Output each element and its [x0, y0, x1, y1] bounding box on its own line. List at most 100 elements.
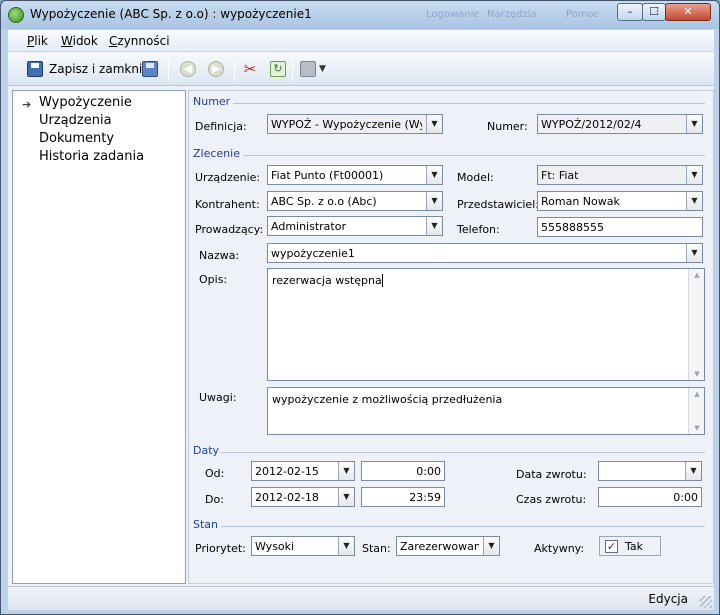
chevron-down-icon[interactable]: ▼ [686, 244, 702, 262]
maximize-button[interactable]: ☐ [642, 3, 666, 21]
chevron-down-icon[interactable]: ▼ [686, 192, 702, 210]
tools-button[interactable]: ✂ [242, 59, 258, 79]
chevron-down-icon[interactable]: ▼ [338, 462, 354, 480]
do-label: Do: [205, 493, 224, 506]
background-menu-hint: Narzędzia [487, 9, 537, 20]
priorytet-select[interactable]: Wysoki ▼ [251, 536, 355, 556]
app-logo-icon [8, 7, 24, 23]
menu-plik[interactable]: Plik [27, 34, 48, 48]
next-button[interactable]: ▶ [208, 59, 224, 79]
background-menu-hint: Logowanie [426, 9, 480, 20]
model-label: Model: [457, 171, 494, 184]
status-mode: Edycja [648, 592, 688, 606]
prowadzacy-label: Prowadzący: [195, 223, 264, 236]
chevron-down-icon[interactable]: ▼ [685, 462, 701, 480]
section-zlecenie: Zlecenie [193, 147, 240, 160]
do-date-picker[interactable]: 2012-02-18 ▼ [251, 487, 355, 507]
scrollbar[interactable]: ▲ ▼ [688, 388, 704, 434]
kontrahent-value: ABC Sp. z o.o (Abc) [271, 195, 377, 208]
scroll-up-icon[interactable]: ▲ [689, 271, 705, 279]
section-stan: Stan [193, 518, 219, 531]
print-icon [300, 61, 316, 77]
od-date-picker[interactable]: 2012-02-15 ▼ [251, 461, 355, 481]
scroll-up-icon[interactable]: ▲ [689, 390, 705, 398]
title-bar[interactable]: Wypożyczenie (ABC Sp. z o.o) : wypożycze… [1, 1, 719, 29]
stan-value: Zarezerwowane [400, 540, 479, 553]
refresh-icon: ↻ [270, 61, 286, 77]
przedstawiciel-select[interactable]: Roman Nowak ▼ [537, 191, 703, 211]
telefon-label: Telefon: [457, 223, 500, 236]
numer-value: WYPOŻ/2012/02/4 [541, 118, 642, 131]
section-divider [243, 155, 705, 156]
aktywny-text: Tak [625, 540, 644, 553]
chevron-down-icon[interactable]: ▼ [426, 115, 442, 133]
priorytet-value: Wysoki [255, 540, 295, 553]
nav-item-wypozyczenie[interactable]: Wypożyczenie [39, 95, 132, 110]
chevron-down-icon[interactable]: ▼ [319, 64, 326, 74]
czas-zwrotu-value: 0:00 [673, 491, 698, 504]
opis-value: rezerwacja wstępna [272, 274, 383, 287]
resize-grip-icon[interactable] [700, 596, 712, 608]
previous-button[interactable]: ◀ [180, 59, 196, 79]
uwagi-textarea[interactable]: wypożyczenie z możliwością przedłużenia … [267, 387, 705, 435]
definicja-value: WYPOŻ - Wypożyczenie (Wypoz [271, 118, 422, 131]
definicja-select[interactable]: WYPOŻ - Wypożyczenie (Wypoz ▼ [267, 114, 443, 134]
print-button[interactable]: ▼ [300, 59, 326, 79]
od-time-input[interactable]: 0:00 [361, 461, 445, 481]
kontrahent-select[interactable]: ABC Sp. z o.o (Abc) ▼ [267, 191, 443, 211]
save-close-button[interactable]: Zapisz i zamknij [27, 59, 146, 79]
arrow-right-icon: ▶ [208, 61, 224, 77]
chevron-down-icon[interactable]: ▼ [483, 537, 499, 555]
section-divider [221, 526, 705, 527]
menu-czynnosci-rest: zynności [117, 34, 170, 48]
menu-plik-rest: lik [34, 34, 48, 48]
kontrahent-label: Kontrahent: [195, 198, 260, 211]
model-select[interactable]: Ft: Fiat ▼ [537, 165, 703, 185]
chevron-down-icon[interactable]: ▼ [426, 192, 442, 210]
save-close-label: Zapisz i zamknij [49, 62, 146, 76]
od-time-value: 0:00 [416, 465, 441, 478]
close-button[interactable]: ✕ [665, 3, 711, 21]
toolbar-separator [234, 59, 235, 81]
numer-select[interactable]: WYPOŻ/2012/02/4 ▼ [537, 114, 703, 134]
chevron-down-icon[interactable]: ▼ [686, 166, 702, 184]
menu-czynnosci[interactable]: Czynności [109, 34, 170, 48]
menu-widok[interactable]: Widok [61, 34, 98, 48]
od-label: Od: [205, 467, 225, 480]
przedstawiciel-label: Przedstawiciel: [457, 198, 539, 211]
prowadzacy-select[interactable]: Administrator ▼ [267, 216, 443, 236]
do-time-input[interactable]: 23:59 [361, 487, 445, 507]
czas-zwrotu-input[interactable]: 0:00 [598, 487, 702, 507]
nazwa-select[interactable]: wypożyczenie1 ▼ [267, 243, 703, 263]
priorytet-label: Priorytet: [195, 542, 246, 555]
refresh-button[interactable]: ↻ [270, 59, 286, 79]
check-icon[interactable]: ✓ [605, 540, 618, 553]
nav-item-urzadzenia[interactable]: Urządzenia [39, 113, 112, 128]
chevron-down-icon[interactable]: ▼ [426, 217, 442, 235]
chevron-down-icon[interactable]: ▼ [338, 537, 354, 555]
data-zwrotu-picker[interactable]: ▼ [598, 461, 702, 481]
chevron-down-icon[interactable]: ▼ [338, 488, 354, 506]
opis-textarea[interactable]: rezerwacja wstępna ▲ ▼ [267, 268, 705, 381]
toolbar-separator [168, 59, 169, 81]
client-area: Plik Widok Czynności Zapisz i zamknij ◀ … [8, 30, 714, 610]
nav-item-dokumenty[interactable]: Dokumenty [39, 131, 114, 146]
scroll-down-icon[interactable]: ▼ [689, 424, 705, 432]
nav-item-historia-zadania[interactable]: Historia zadania [39, 149, 144, 164]
aktywny-checkbox[interactable]: ✓ Tak [599, 536, 661, 556]
urzadzenie-select[interactable]: Fiat Punto (Ft00001) ▼ [267, 165, 443, 185]
minimize-button[interactable]: – [617, 3, 643, 21]
save-button[interactable] [142, 59, 158, 79]
section-daty: Daty [193, 444, 220, 457]
chevron-down-icon[interactable]: ▼ [426, 166, 442, 184]
save-icon [142, 61, 158, 77]
scrollbar[interactable]: ▲ ▼ [688, 269, 704, 380]
scroll-down-icon[interactable]: ▼ [689, 370, 705, 378]
stan-select[interactable]: Zarezerwowane ▼ [396, 536, 500, 556]
telefon-input[interactable]: 555888555 [537, 217, 703, 237]
opis-label: Opis: [199, 273, 228, 286]
chevron-down-icon[interactable]: ▼ [686, 115, 702, 133]
menu-widok-rest: idok [72, 34, 98, 48]
czas-zwrotu-label: Czas zwrotu: [516, 493, 587, 506]
do-date-value: 2012-02-18 [255, 491, 319, 504]
